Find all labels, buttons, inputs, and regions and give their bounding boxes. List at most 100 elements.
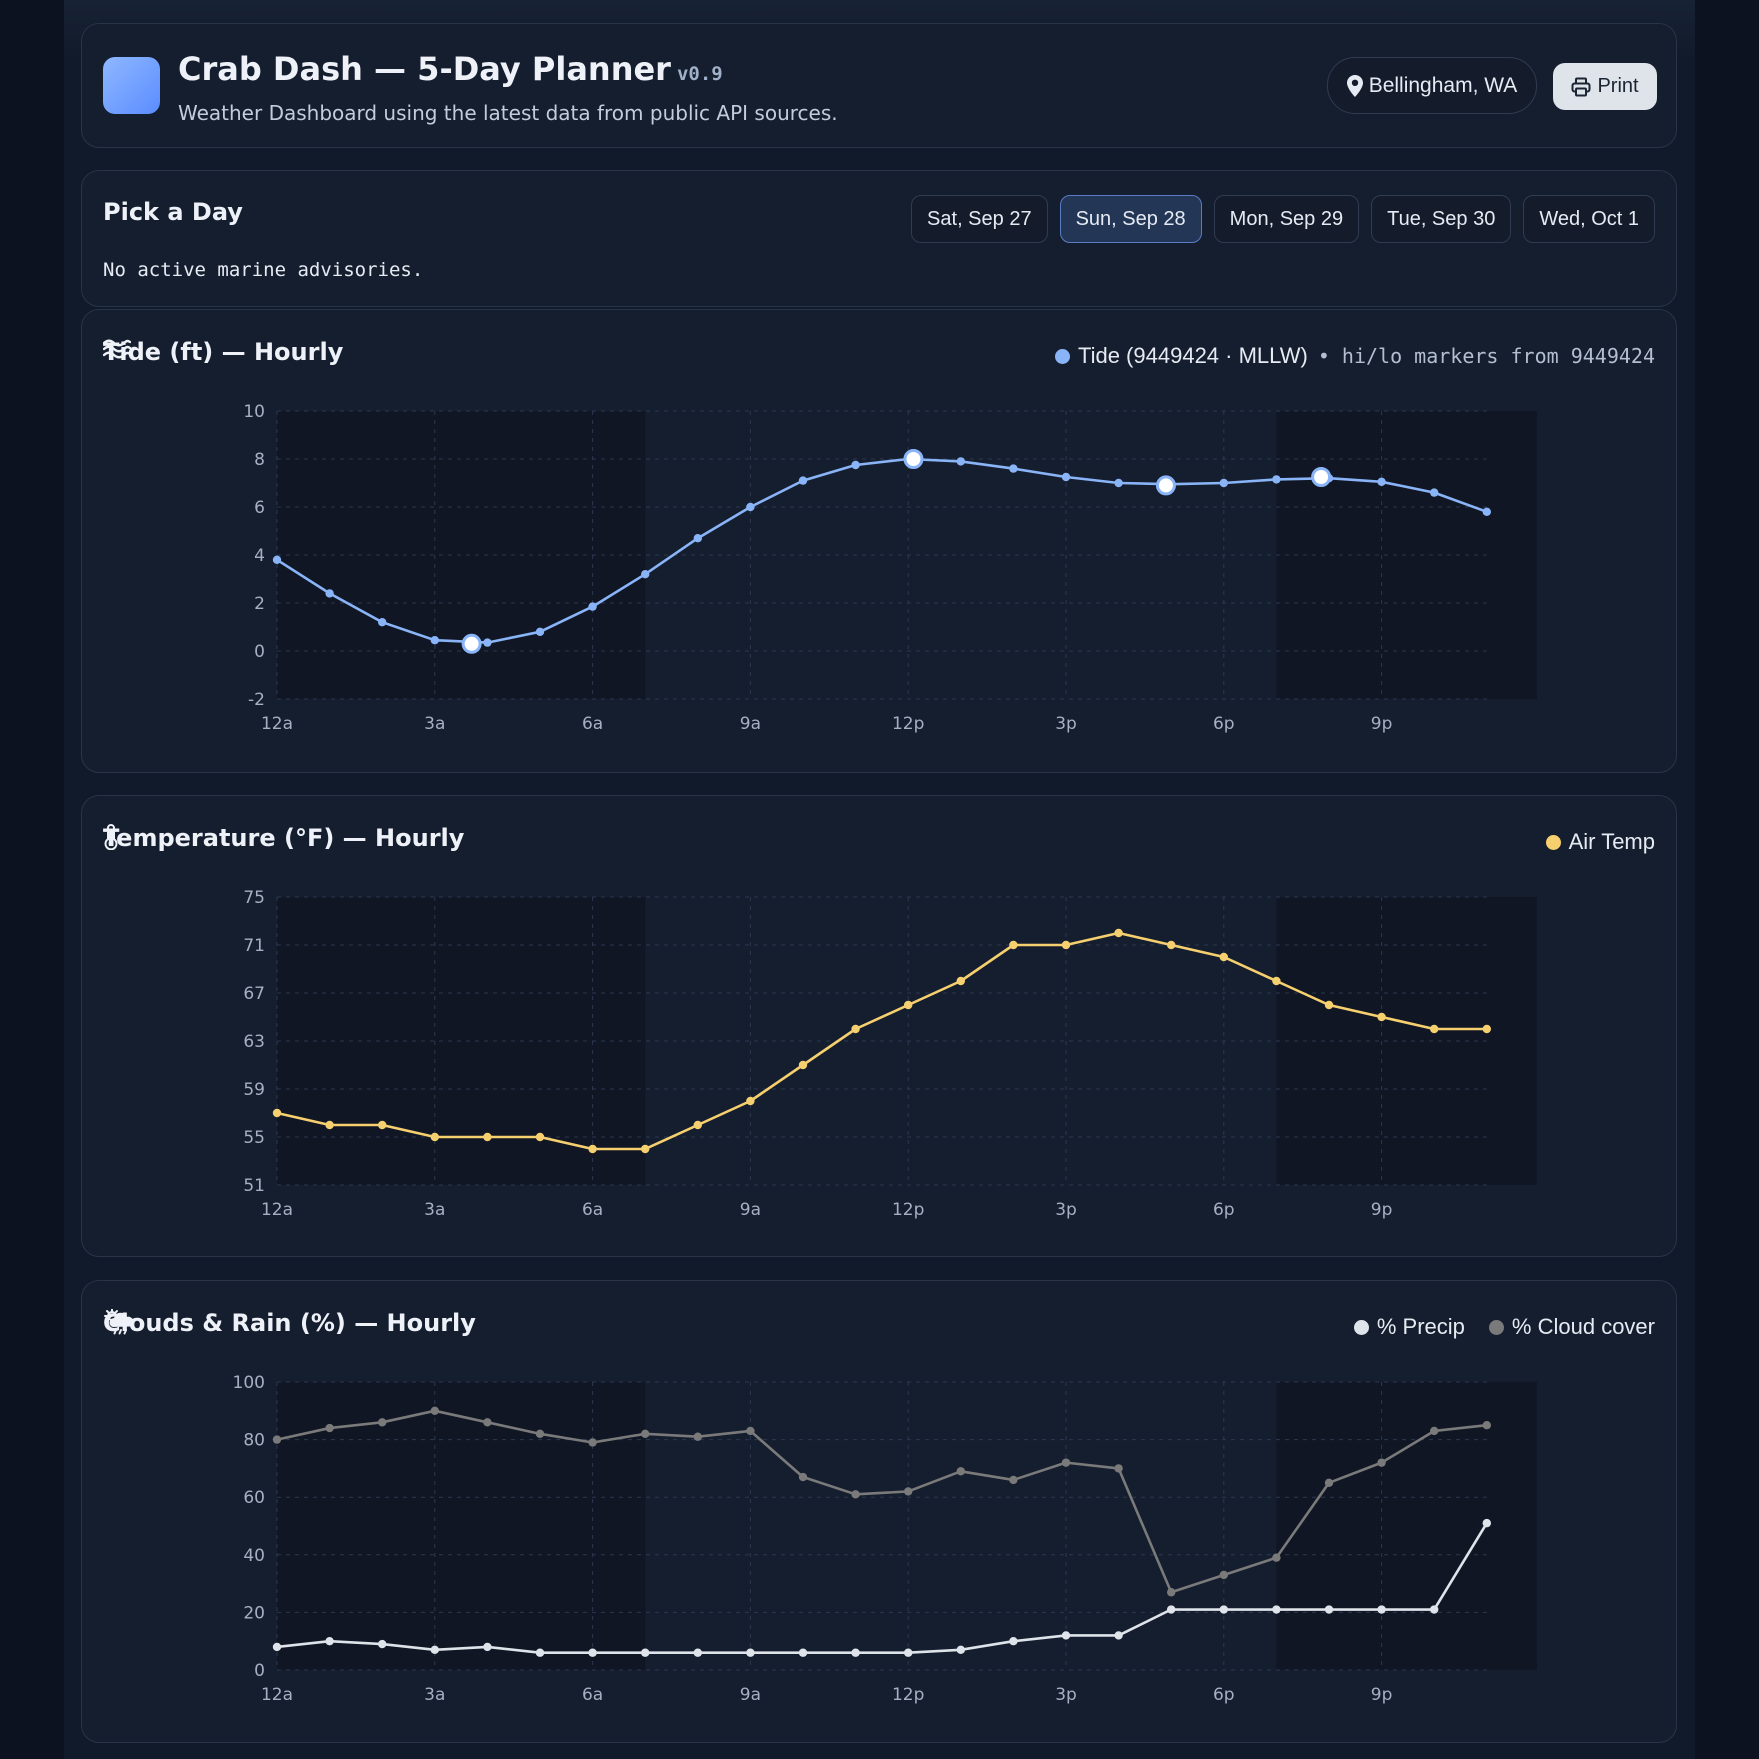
tide-chart: -2 0 2 4 6 8 10 12a 3a 6a 9a 12p 3p 6p 9p bbox=[243, 402, 1537, 734]
data-point bbox=[1272, 1553, 1281, 1562]
data-point bbox=[1377, 477, 1386, 486]
day-button-sat[interactable]: Sat, Sep 27 bbox=[911, 195, 1048, 243]
app-version: v0.9 bbox=[676, 63, 723, 85]
hilo-marker bbox=[1155, 475, 1176, 496]
page-title: Crab Dash — 5-Day Planner v0.9 bbox=[178, 50, 723, 88]
data-point bbox=[1324, 1605, 1334, 1614]
data-point bbox=[746, 1096, 755, 1106]
x-tick-label: 12p bbox=[892, 1685, 924, 1705]
print-button[interactable]: Print bbox=[1553, 63, 1657, 110]
data-point bbox=[1009, 1637, 1018, 1646]
day-button-wed[interactable]: Wed, Oct 1 bbox=[1523, 195, 1655, 243]
y-tick-label: 59 bbox=[243, 1080, 265, 1100]
clouds-rain-chart: 0 20 40 60 80 100 12a 3a 6a 9a 12p 3p 6p 9p bbox=[233, 1373, 1537, 1705]
map-pin-icon bbox=[1346, 74, 1363, 97]
data-point bbox=[325, 589, 334, 598]
data-point bbox=[641, 1144, 650, 1154]
data-point bbox=[851, 1648, 860, 1657]
data-point bbox=[798, 1060, 808, 1070]
data-point bbox=[693, 1648, 702, 1657]
data-point bbox=[1430, 1024, 1439, 1034]
day-button-tue[interactable]: Tue, Sep 30 bbox=[1371, 195, 1512, 243]
hilo-marker bbox=[461, 633, 482, 654]
data-point bbox=[325, 1120, 334, 1130]
data-point bbox=[1219, 1570, 1229, 1580]
data-point bbox=[746, 1648, 755, 1657]
temperature-chart-card: Temperature (°F) — Hourly Air Temp 51 55 5… bbox=[81, 795, 1677, 1257]
data-point bbox=[483, 1418, 492, 1427]
data-point bbox=[1272, 976, 1281, 986]
data-point bbox=[1324, 1478, 1334, 1487]
day-tabs: Sat, Sep 27 Sun, Sep 28 Mon, Sep 29 Tue,… bbox=[911, 195, 1655, 243]
x-tick-label: 3p bbox=[1055, 1200, 1077, 1220]
data-point bbox=[1114, 1464, 1123, 1473]
day-button-sun[interactable]: Sun, Sep 28 bbox=[1059, 195, 1202, 243]
data-point bbox=[535, 1648, 545, 1657]
data-point bbox=[798, 1472, 808, 1482]
data-point bbox=[1061, 1631, 1071, 1640]
data-point bbox=[1482, 1518, 1492, 1528]
x-tick-label: 12a bbox=[261, 1685, 293, 1705]
data-point bbox=[378, 618, 387, 627]
location-button[interactable]: Bellingham, WA bbox=[1327, 57, 1537, 114]
data-point bbox=[1324, 1000, 1334, 1010]
x-tick-label: 12a bbox=[261, 1200, 293, 1220]
location-label: Bellingham, WA bbox=[1368, 73, 1518, 97]
x-tick-label: 12a bbox=[261, 714, 293, 734]
app-logo bbox=[103, 57, 160, 114]
data-point bbox=[798, 1648, 808, 1657]
y-tick-label: 63 bbox=[243, 1032, 265, 1052]
y-tick-label: 2 bbox=[254, 594, 265, 614]
data-point bbox=[535, 1132, 545, 1142]
data-point bbox=[483, 1132, 492, 1142]
data-point bbox=[483, 638, 492, 647]
y-tick-label: 0 bbox=[254, 642, 265, 662]
data-point bbox=[1167, 940, 1176, 950]
data-point bbox=[1061, 472, 1071, 482]
temperature-chart: 51 55 59 63 67 71 75 12a 3a 6a 9a 12p 3p 6p 9p bbox=[243, 888, 1537, 1220]
data-point bbox=[1482, 1024, 1492, 1034]
clouds-rain-chart-card: Clouds & Rain (%) — Hourly % Precip % Cl… bbox=[81, 1280, 1677, 1743]
data-point bbox=[798, 476, 808, 485]
data-point bbox=[1272, 1605, 1281, 1614]
data-point bbox=[1114, 928, 1123, 938]
x-tick-label: 9a bbox=[740, 1685, 761, 1705]
x-tick-label: 6a bbox=[582, 714, 603, 734]
data-point bbox=[1061, 940, 1071, 950]
data-point bbox=[588, 1648, 597, 1657]
data-point bbox=[325, 1423, 334, 1433]
data-point bbox=[272, 1642, 282, 1652]
data-point bbox=[1167, 1605, 1176, 1614]
x-tick-label: 3a bbox=[424, 1200, 445, 1220]
data-point bbox=[851, 1024, 860, 1034]
y-tick-label: 75 bbox=[243, 888, 265, 908]
day-button-mon[interactable]: Mon, Sep 29 bbox=[1213, 195, 1360, 243]
data-point bbox=[851, 460, 860, 470]
data-point bbox=[588, 602, 597, 611]
y-tick-label: 55 bbox=[243, 1128, 265, 1148]
night-band bbox=[1276, 1382, 1537, 1670]
data-point bbox=[641, 570, 650, 579]
data-point bbox=[272, 1108, 282, 1118]
data-point bbox=[1167, 1588, 1176, 1597]
data-point bbox=[588, 1438, 597, 1447]
app-title-text: Crab Dash — 5-Day Planner bbox=[178, 50, 671, 88]
y-tick-label: 60 bbox=[243, 1488, 265, 1508]
data-point bbox=[1430, 488, 1439, 497]
data-point bbox=[1377, 1458, 1386, 1467]
y-tick-label: 67 bbox=[243, 984, 265, 1004]
y-tick-label: 51 bbox=[243, 1176, 265, 1196]
data-point bbox=[1377, 1605, 1386, 1614]
x-tick-label: 3a bbox=[424, 1685, 445, 1705]
tide-chart-card: Tide (ft) — Hourly Tide (9449424 · MLLW)… bbox=[81, 309, 1677, 773]
data-point bbox=[1219, 478, 1229, 488]
data-point bbox=[1219, 952, 1229, 962]
data-point bbox=[1272, 475, 1281, 484]
y-tick-label: 6 bbox=[254, 498, 265, 518]
printer-icon bbox=[1571, 77, 1591, 96]
hilo-marker bbox=[1311, 467, 1332, 487]
data-point bbox=[378, 1418, 387, 1427]
data-point bbox=[956, 457, 965, 466]
data-point bbox=[904, 1487, 913, 1496]
x-tick-label: 6p bbox=[1213, 714, 1235, 734]
